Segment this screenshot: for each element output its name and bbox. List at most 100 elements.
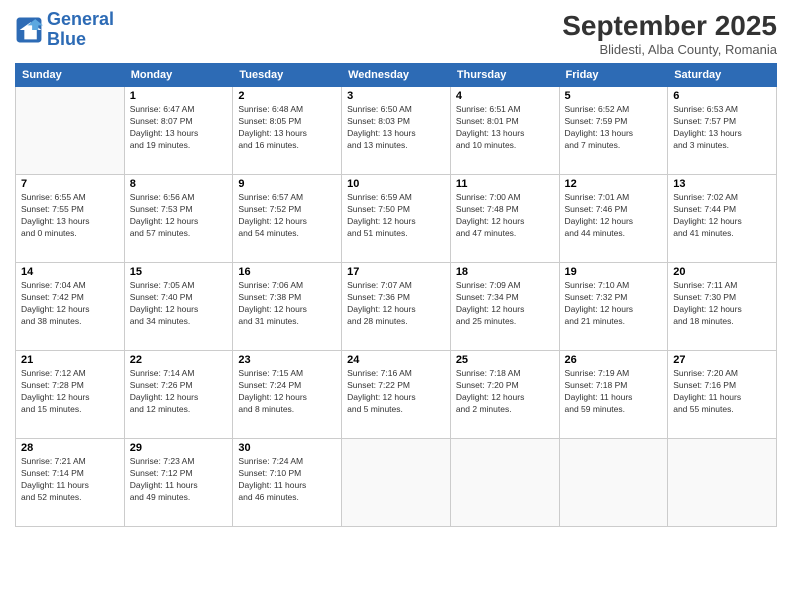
day-number: 29 <box>130 442 228 454</box>
calendar-cell: 25 Sunrise: 7:18 AM Sunset: 7:20 PM Dayli… <box>450 351 559 439</box>
day-number: 21 <box>21 354 119 366</box>
calendar-cell: 18Sunrise: 7:09 AM Sunset: 7:34 PM Dayli… <box>450 263 559 351</box>
week-row-3: 14Sunrise: 7:04 AM Sunset: 7:42 PM Dayli… <box>16 263 777 351</box>
day-info: Sunrise: 7:14 AM Sunset: 7:26 PM Dayligh… <box>130 368 228 416</box>
logo-line2: Blue <box>47 29 86 49</box>
day-info: Sunrise: 6:56 AM Sunset: 7:53 PM Dayligh… <box>130 192 228 240</box>
month-title: September 2025 <box>562 10 777 42</box>
day-number: 4 <box>456 90 554 102</box>
day-number: 12 <box>565 178 663 190</box>
day-info: Sunrise: 7:11 AM Sunset: 7:30 PM Dayligh… <box>673 280 771 328</box>
day-header-tuesday: Tuesday <box>233 64 342 87</box>
calendar-cell: 2 Sunrise: 6:48 AM Sunset: 8:05 PM Daylig… <box>233 87 342 175</box>
calendar-cell: 13Sunrise: 7:02 AM Sunset: 7:44 PM Dayli… <box>668 175 777 263</box>
day-number: 22 <box>130 354 228 366</box>
week-row-2: 7 Sunrise: 6:55 AM Sunset: 7:55 PM Daylig… <box>16 175 777 263</box>
day-info: Sunrise: 7:12 AM Sunset: 7:28 PM Dayligh… <box>21 368 119 416</box>
day-header-sunday: Sunday <box>16 64 125 87</box>
calendar-cell: 12 Sunrise: 7:01 AM Sunset: 7:46 PM Dayli… <box>559 175 668 263</box>
day-info: Sunrise: 7:06 AM Sunset: 7:38 PM Dayligh… <box>238 280 336 328</box>
day-number: 15 <box>130 266 228 278</box>
subtitle: Blidesti, Alba County, Romania <box>562 42 777 57</box>
day-info: Sunrise: 7:07 AM Sunset: 7:36 PM Dayligh… <box>347 280 445 328</box>
day-number: 26 <box>565 354 663 366</box>
calendar-cell: 3 Sunrise: 6:50 AM Sunset: 8:03 PM Daylig… <box>342 87 451 175</box>
day-number: 24 <box>347 354 445 366</box>
day-info: Sunrise: 7:15 AM Sunset: 7:24 PM Dayligh… <box>238 368 336 416</box>
calendar-cell: 1 Sunrise: 6:47 AM Sunset: 8:07 PM Daylig… <box>124 87 233 175</box>
day-info: Sunrise: 6:59 AM Sunset: 7:50 PM Dayligh… <box>347 192 445 240</box>
day-info: Sunrise: 7:23 AM Sunset: 7:12 PM Dayligh… <box>130 456 228 504</box>
week-row-5: 28 Sunrise: 7:21 AM Sunset: 7:14 PM Dayli… <box>16 439 777 527</box>
day-info: Sunrise: 7:05 AM Sunset: 7:40 PM Dayligh… <box>130 280 228 328</box>
week-row-1: 1 Sunrise: 6:47 AM Sunset: 8:07 PM Daylig… <box>16 87 777 175</box>
day-number: 19 <box>565 266 663 278</box>
calendar-cell: 9Sunrise: 6:57 AM Sunset: 7:52 PM Daylig… <box>233 175 342 263</box>
day-number: 13 <box>673 178 771 190</box>
day-number: 10 <box>347 178 445 190</box>
day-number: 18 <box>456 266 554 278</box>
day-header-monday: Monday <box>124 64 233 87</box>
day-number: 2 <box>238 90 336 102</box>
calendar-cell: 23Sunrise: 7:15 AM Sunset: 7:24 PM Dayli… <box>233 351 342 439</box>
day-info: Sunrise: 7:20 AM Sunset: 7:16 PM Dayligh… <box>673 368 771 416</box>
day-number: 7 <box>21 178 119 190</box>
day-info: Sunrise: 7:24 AM Sunset: 7:10 PM Dayligh… <box>238 456 336 504</box>
logo-text: General Blue <box>47 10 114 50</box>
calendar-cell: 7 Sunrise: 6:55 AM Sunset: 7:55 PM Daylig… <box>16 175 125 263</box>
calendar-cell <box>342 439 451 527</box>
day-header-saturday: Saturday <box>668 64 777 87</box>
day-info: Sunrise: 7:21 AM Sunset: 7:14 PM Dayligh… <box>21 456 119 504</box>
calendar-cell: 17 Sunrise: 7:07 AM Sunset: 7:36 PM Dayli… <box>342 263 451 351</box>
day-number: 20 <box>673 266 771 278</box>
calendar-cell: 10 Sunrise: 6:59 AM Sunset: 7:50 PM Dayli… <box>342 175 451 263</box>
logo-line1: General <box>47 9 114 29</box>
day-number: 3 <box>347 90 445 102</box>
calendar-cell: 14Sunrise: 7:04 AM Sunset: 7:42 PM Dayli… <box>16 263 125 351</box>
calendar-cell: 4 Sunrise: 6:51 AM Sunset: 8:01 PM Daylig… <box>450 87 559 175</box>
day-info: Sunrise: 7:10 AM Sunset: 7:32 PM Dayligh… <box>565 280 663 328</box>
day-number: 5 <box>565 90 663 102</box>
day-number: 28 <box>21 442 119 454</box>
calendar-cell: 21 Sunrise: 7:12 AM Sunset: 7:28 PM Dayli… <box>16 351 125 439</box>
logo: General Blue <box>15 10 114 50</box>
day-info: Sunrise: 7:18 AM Sunset: 7:20 PM Dayligh… <box>456 368 554 416</box>
week-row-4: 21 Sunrise: 7:12 AM Sunset: 7:28 PM Dayli… <box>16 351 777 439</box>
day-number: 9 <box>238 178 336 190</box>
day-info: Sunrise: 6:50 AM Sunset: 8:03 PM Dayligh… <box>347 104 445 152</box>
day-number: 11 <box>456 178 554 190</box>
day-info: Sunrise: 6:51 AM Sunset: 8:01 PM Dayligh… <box>456 104 554 152</box>
day-header-thursday: Thursday <box>450 64 559 87</box>
day-number: 14 <box>21 266 119 278</box>
calendar: SundayMondayTuesdayWednesdayThursdayFrid… <box>15 63 777 527</box>
calendar-cell: 27 Sunrise: 7:20 AM Sunset: 7:16 PM Dayli… <box>668 351 777 439</box>
day-header-friday: Friday <box>559 64 668 87</box>
day-number: 16 <box>238 266 336 278</box>
day-header-wednesday: Wednesday <box>342 64 451 87</box>
day-number: 1 <box>130 90 228 102</box>
day-info: Sunrise: 6:55 AM Sunset: 7:55 PM Dayligh… <box>21 192 119 240</box>
calendar-cell <box>16 87 125 175</box>
calendar-cell: 29 Sunrise: 7:23 AM Sunset: 7:12 PM Dayli… <box>124 439 233 527</box>
title-block: September 2025 Blidesti, Alba County, Ro… <box>562 10 777 57</box>
day-number: 8 <box>130 178 228 190</box>
day-number: 27 <box>673 354 771 366</box>
calendar-cell: 11 Sunrise: 7:00 AM Sunset: 7:48 PM Dayli… <box>450 175 559 263</box>
day-number: 25 <box>456 354 554 366</box>
calendar-cell: 6 Sunrise: 6:53 AM Sunset: 7:57 PM Daylig… <box>668 87 777 175</box>
calendar-cell <box>668 439 777 527</box>
day-info: Sunrise: 6:53 AM Sunset: 7:57 PM Dayligh… <box>673 104 771 152</box>
day-number: 17 <box>347 266 445 278</box>
calendar-cell: 16 Sunrise: 7:06 AM Sunset: 7:38 PM Dayli… <box>233 263 342 351</box>
day-info: Sunrise: 6:47 AM Sunset: 8:07 PM Dayligh… <box>130 104 228 152</box>
day-info: Sunrise: 6:48 AM Sunset: 8:05 PM Dayligh… <box>238 104 336 152</box>
day-number: 30 <box>238 442 336 454</box>
day-info: Sunrise: 7:19 AM Sunset: 7:18 PM Dayligh… <box>565 368 663 416</box>
calendar-cell: 19 Sunrise: 7:10 AM Sunset: 7:32 PM Dayli… <box>559 263 668 351</box>
calendar-cell <box>559 439 668 527</box>
calendar-cell: 22 Sunrise: 7:14 AM Sunset: 7:26 PM Dayli… <box>124 351 233 439</box>
day-info: Sunrise: 7:01 AM Sunset: 7:46 PM Dayligh… <box>565 192 663 240</box>
day-info: Sunrise: 7:00 AM Sunset: 7:48 PM Dayligh… <box>456 192 554 240</box>
calendar-cell: 5Sunrise: 6:52 AM Sunset: 7:59 PM Daylig… <box>559 87 668 175</box>
day-number: 6 <box>673 90 771 102</box>
